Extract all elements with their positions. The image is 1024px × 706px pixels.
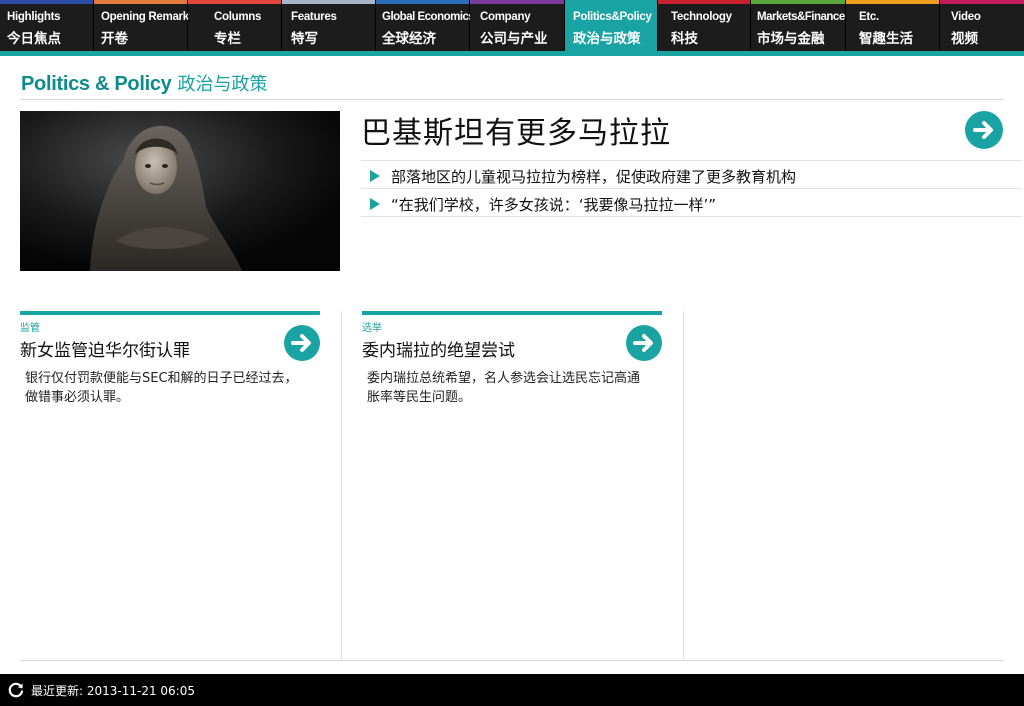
tab-label-zh: 智趣生活	[859, 31, 913, 47]
tab-label-en: Etc.	[859, 11, 879, 23]
tab-color-strip	[376, 0, 469, 4]
tab-color-strip	[565, 0, 657, 4]
story-description: 委内瑞拉总统希望，名人参选会让选民忘记高通胀率等民生问题。	[367, 371, 641, 405]
divider	[361, 216, 1022, 217]
tab-label-zh: 视频	[951, 31, 978, 47]
tab-color-strip	[940, 0, 1024, 4]
tab-label-zh: 市场与金融	[757, 31, 825, 47]
story-category: 选举	[362, 323, 382, 334]
tab-label-en: Highlights	[7, 11, 61, 23]
tab-label-en: Features	[291, 11, 337, 23]
story-card: 监管 新女监管迫华尔街认罪 银行仅付罚款便能与SEC和解的日子已经过去，做错事必…	[20, 311, 320, 431]
feature-photo[interactable]	[20, 111, 340, 271]
story-accent-bar	[362, 311, 662, 315]
tab-opening-remarks[interactable]: Opening Remarks 开卷	[94, 0, 195, 51]
feature-arrow-button[interactable]	[965, 111, 1003, 149]
tab-color-strip	[188, 0, 281, 4]
arrow-right-icon	[973, 121, 993, 139]
tab-label-en: Markets&Finance	[757, 11, 845, 23]
story-accent-bar	[20, 311, 320, 315]
feature-bullet-link[interactable]: “在我们学校，许多女孩说：‘我要像马拉拉一样’”	[361, 188, 1022, 216]
arrow-right-icon	[633, 334, 653, 352]
refresh-icon[interactable]	[7, 681, 25, 699]
tab-label-zh: 开卷	[101, 31, 128, 47]
tab-label-zh: 公司与产业	[480, 31, 548, 47]
tab-global-economics[interactable]: Global Economics 全球经济	[376, 0, 475, 51]
tab-color-strip	[658, 0, 750, 4]
tab-columns[interactable]: Columns 专栏	[188, 0, 282, 51]
tab-label-zh: 特写	[291, 31, 318, 47]
top-nav: Highlights 今日焦点 Opening Remarks 开卷 Colum…	[0, 0, 1024, 56]
play-triangle-icon	[370, 198, 380, 210]
story-title-link[interactable]: 委内瑞拉的绝望尝试	[362, 336, 515, 361]
tab-color-strip	[0, 0, 93, 4]
tab-color-strip	[282, 0, 375, 4]
tab-politics-policy[interactable]: Politics&Policy 政治与政策	[565, 0, 658, 56]
arrow-right-icon	[291, 334, 311, 352]
footer-bar: 最近更新: 2013-11-21 06:05	[0, 674, 1024, 706]
tab-label-en: Video	[951, 11, 981, 23]
tab-company[interactable]: Company 公司与产业	[470, 0, 565, 51]
portrait-illustration	[20, 111, 340, 271]
tab-label-en: Technology	[671, 11, 732, 23]
tab-label-zh: 全球经济	[382, 31, 436, 47]
feature-bullet-text: 部落地区的儿童视马拉拉为榜样，促使政府建了更多教育机构	[391, 168, 797, 186]
tab-highlights[interactable]: Highlights 今日焦点	[0, 0, 94, 51]
last-updated-text: 最近更新: 2013-11-21 06:05	[31, 684, 195, 698]
tab-markets-finance[interactable]: Markets&Finance 市场与金融	[751, 0, 846, 51]
tab-label-en: Politics&Policy	[573, 11, 652, 23]
play-triangle-icon	[370, 170, 380, 182]
tab-label-en: Columns	[214, 11, 262, 23]
section-title-en: Politics & Policy	[21, 73, 172, 95]
tab-label-en: Company	[480, 11, 531, 23]
tab-label-zh: 政治与政策	[573, 31, 641, 47]
tab-label-en: Global Economics	[382, 11, 475, 23]
story-title-link[interactable]: 新女监管迫华尔街认罪	[20, 336, 190, 361]
tab-color-strip	[846, 0, 939, 4]
feature-bullet-link[interactable]: 部落地区的儿童视马拉拉为榜样，促使政府建了更多教育机构	[361, 160, 1022, 188]
section-title-zh: 政治与政策	[177, 74, 268, 95]
story-arrow-button[interactable]	[626, 325, 662, 361]
nav-accent-line	[0, 51, 1024, 56]
story-card: 选举 委内瑞拉的绝望尝试 委内瑞拉总统希望，名人参选会让选民忘记高通胀率等民生问…	[362, 311, 662, 431]
story-description: 银行仅付罚款便能与SEC和解的日子已经过去，做错事必须认罪。	[25, 371, 298, 405]
column-divider	[683, 311, 684, 661]
feature-bullet-text: “在我们学校，许多女孩说：‘我要像马拉拉一样’”	[391, 196, 717, 214]
tab-technology[interactable]: Technology 科技	[658, 0, 751, 51]
divider	[20, 99, 1004, 100]
tab-label-zh: 专栏	[214, 31, 241, 47]
divider	[20, 660, 1004, 661]
tab-etc[interactable]: Etc. 智趣生活	[846, 0, 940, 51]
story-category: 监管	[20, 323, 40, 334]
tab-features[interactable]: Features 特写	[282, 0, 376, 51]
tab-label-zh: 今日焦点	[7, 31, 61, 47]
tab-video[interactable]: Video 视频	[940, 0, 1024, 51]
column-divider	[341, 311, 342, 661]
tab-color-strip	[94, 0, 187, 4]
tab-label-en: Opening Remarks	[101, 11, 195, 23]
tab-color-strip	[751, 0, 845, 4]
story-arrow-button[interactable]	[284, 325, 320, 361]
tab-label-zh: 科技	[671, 31, 698, 47]
feature-headline[interactable]: 巴基斯坦有更多马拉拉	[361, 108, 671, 152]
tab-color-strip	[470, 0, 564, 4]
section-title: Politics & Policy 政治与政策	[21, 70, 268, 96]
